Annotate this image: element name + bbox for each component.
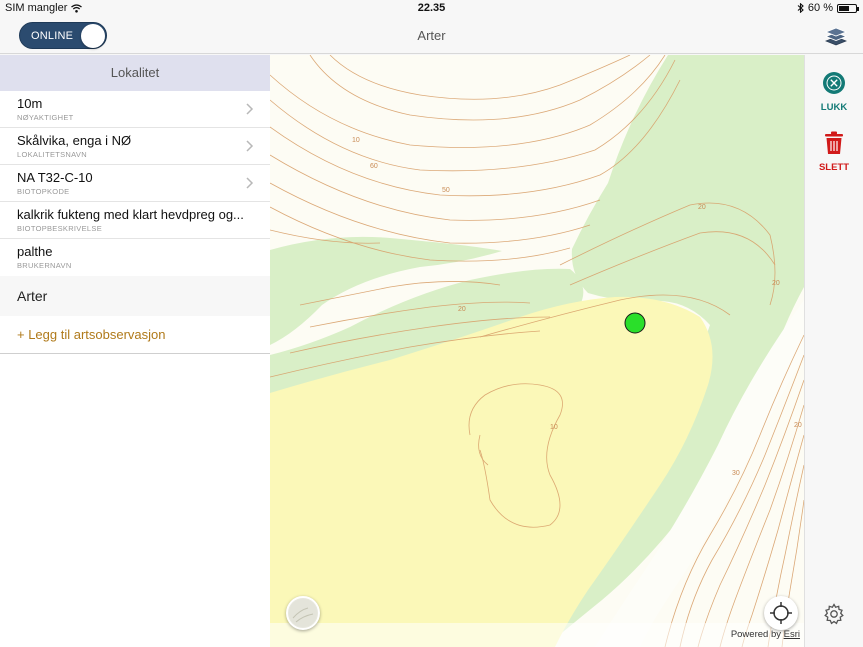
row-biotopbeskrivelse[interactable]: kalkrik fukteng med klart hevdpreg og...…: [0, 202, 270, 239]
contour-label: 10: [550, 424, 558, 431]
sidebar: Lokalitet 10m NØYAKTIGHET Skålvika, enga…: [0, 55, 270, 647]
row-label: BIOTOPBESKRIVELSE: [17, 224, 102, 233]
row-biotopkode[interactable]: NA T32-C-10 BIOTOPKODE: [0, 165, 270, 202]
contour-label: 20: [458, 306, 466, 313]
map-view[interactable]: 10 60 50 20 20 10 20 30 20 Powered by Es…: [270, 55, 804, 647]
row-lokalitetsnavn[interactable]: Skålvika, enga i NØ LOKALITETSNAVN: [0, 128, 270, 165]
nav-bar: ONLINE Arter: [0, 17, 863, 54]
gear-icon[interactable]: [822, 602, 846, 626]
row-label: LOKALITETSNAVN: [17, 150, 87, 159]
row-value: NA T32-C-10: [17, 170, 93, 185]
row-label: NØYAKTIGHET: [17, 113, 74, 122]
contour-label: 10: [352, 137, 360, 144]
delete-button[interactable]: SLETT: [805, 131, 863, 173]
trash-icon: [825, 131, 843, 154]
close-label: LUKK: [820, 102, 848, 113]
basemap-thumbnail-icon: [289, 599, 317, 627]
contour-label: 50: [442, 187, 450, 194]
crosshair-icon: [770, 602, 792, 624]
sidebar-header: Lokalitet: [0, 55, 270, 91]
chevron-right-icon: [246, 103, 254, 115]
row-value: 10m: [17, 96, 43, 111]
battery-text: 60 %: [807, 2, 833, 14]
page-title: Arter: [417, 28, 446, 43]
status-right: 60 %: [797, 2, 859, 14]
contour-label: 20: [698, 204, 706, 211]
location-marker[interactable]: [624, 312, 646, 334]
row-noyaktighet[interactable]: 10m NØYAKTIGHET: [0, 91, 270, 128]
layers-icon[interactable]: [825, 25, 847, 47]
bluetooth-icon: [797, 3, 804, 13]
contour-label: 20: [794, 422, 802, 429]
chevron-right-icon: [246, 140, 254, 152]
close-circle-icon: [823, 72, 845, 94]
locate-me-button[interactable]: [764, 596, 798, 630]
row-brukernavn[interactable]: palthe BRUKERNAVN: [0, 239, 270, 276]
contour-label: 60: [370, 163, 378, 170]
delete-label: SLETT: [818, 162, 850, 173]
row-label: BRUKERNAVN: [17, 261, 72, 270]
row-label: BIOTOPKODE: [17, 187, 70, 196]
contour-label: 30: [732, 470, 740, 477]
tool-panel: LUKK SLETT: [804, 55, 863, 647]
battery-icon: [837, 3, 859, 13]
status-bar: SIM mangler 22.35 60 %: [0, 0, 863, 17]
map-footer-band: [270, 623, 804, 647]
close-button[interactable]: LUKK: [805, 71, 863, 113]
attribution-prefix: Powered by: [730, 629, 781, 640]
contour-label: 20: [772, 280, 780, 287]
chevron-right-icon: [246, 177, 254, 189]
row-value: kalkrik fukteng med klart hevdpreg og...: [17, 207, 244, 222]
status-time: 22.35: [417, 2, 446, 14]
row-value: palthe: [17, 244, 53, 259]
row-value: Skålvika, enga i NØ: [17, 133, 132, 148]
map-attribution: Powered by Esri: [731, 629, 800, 640]
map-canvas[interactable]: 10 60 50 20 20 10 20 30 20: [270, 55, 804, 647]
section-title-arter: Arter: [0, 276, 270, 316]
add-species-observation-link[interactable]: + Legg til artsobservasjon: [0, 316, 270, 354]
battery-fill: [839, 5, 849, 11]
esri-link[interactable]: Esri: [784, 629, 800, 640]
basemap-toggle-button[interactable]: [286, 596, 320, 630]
